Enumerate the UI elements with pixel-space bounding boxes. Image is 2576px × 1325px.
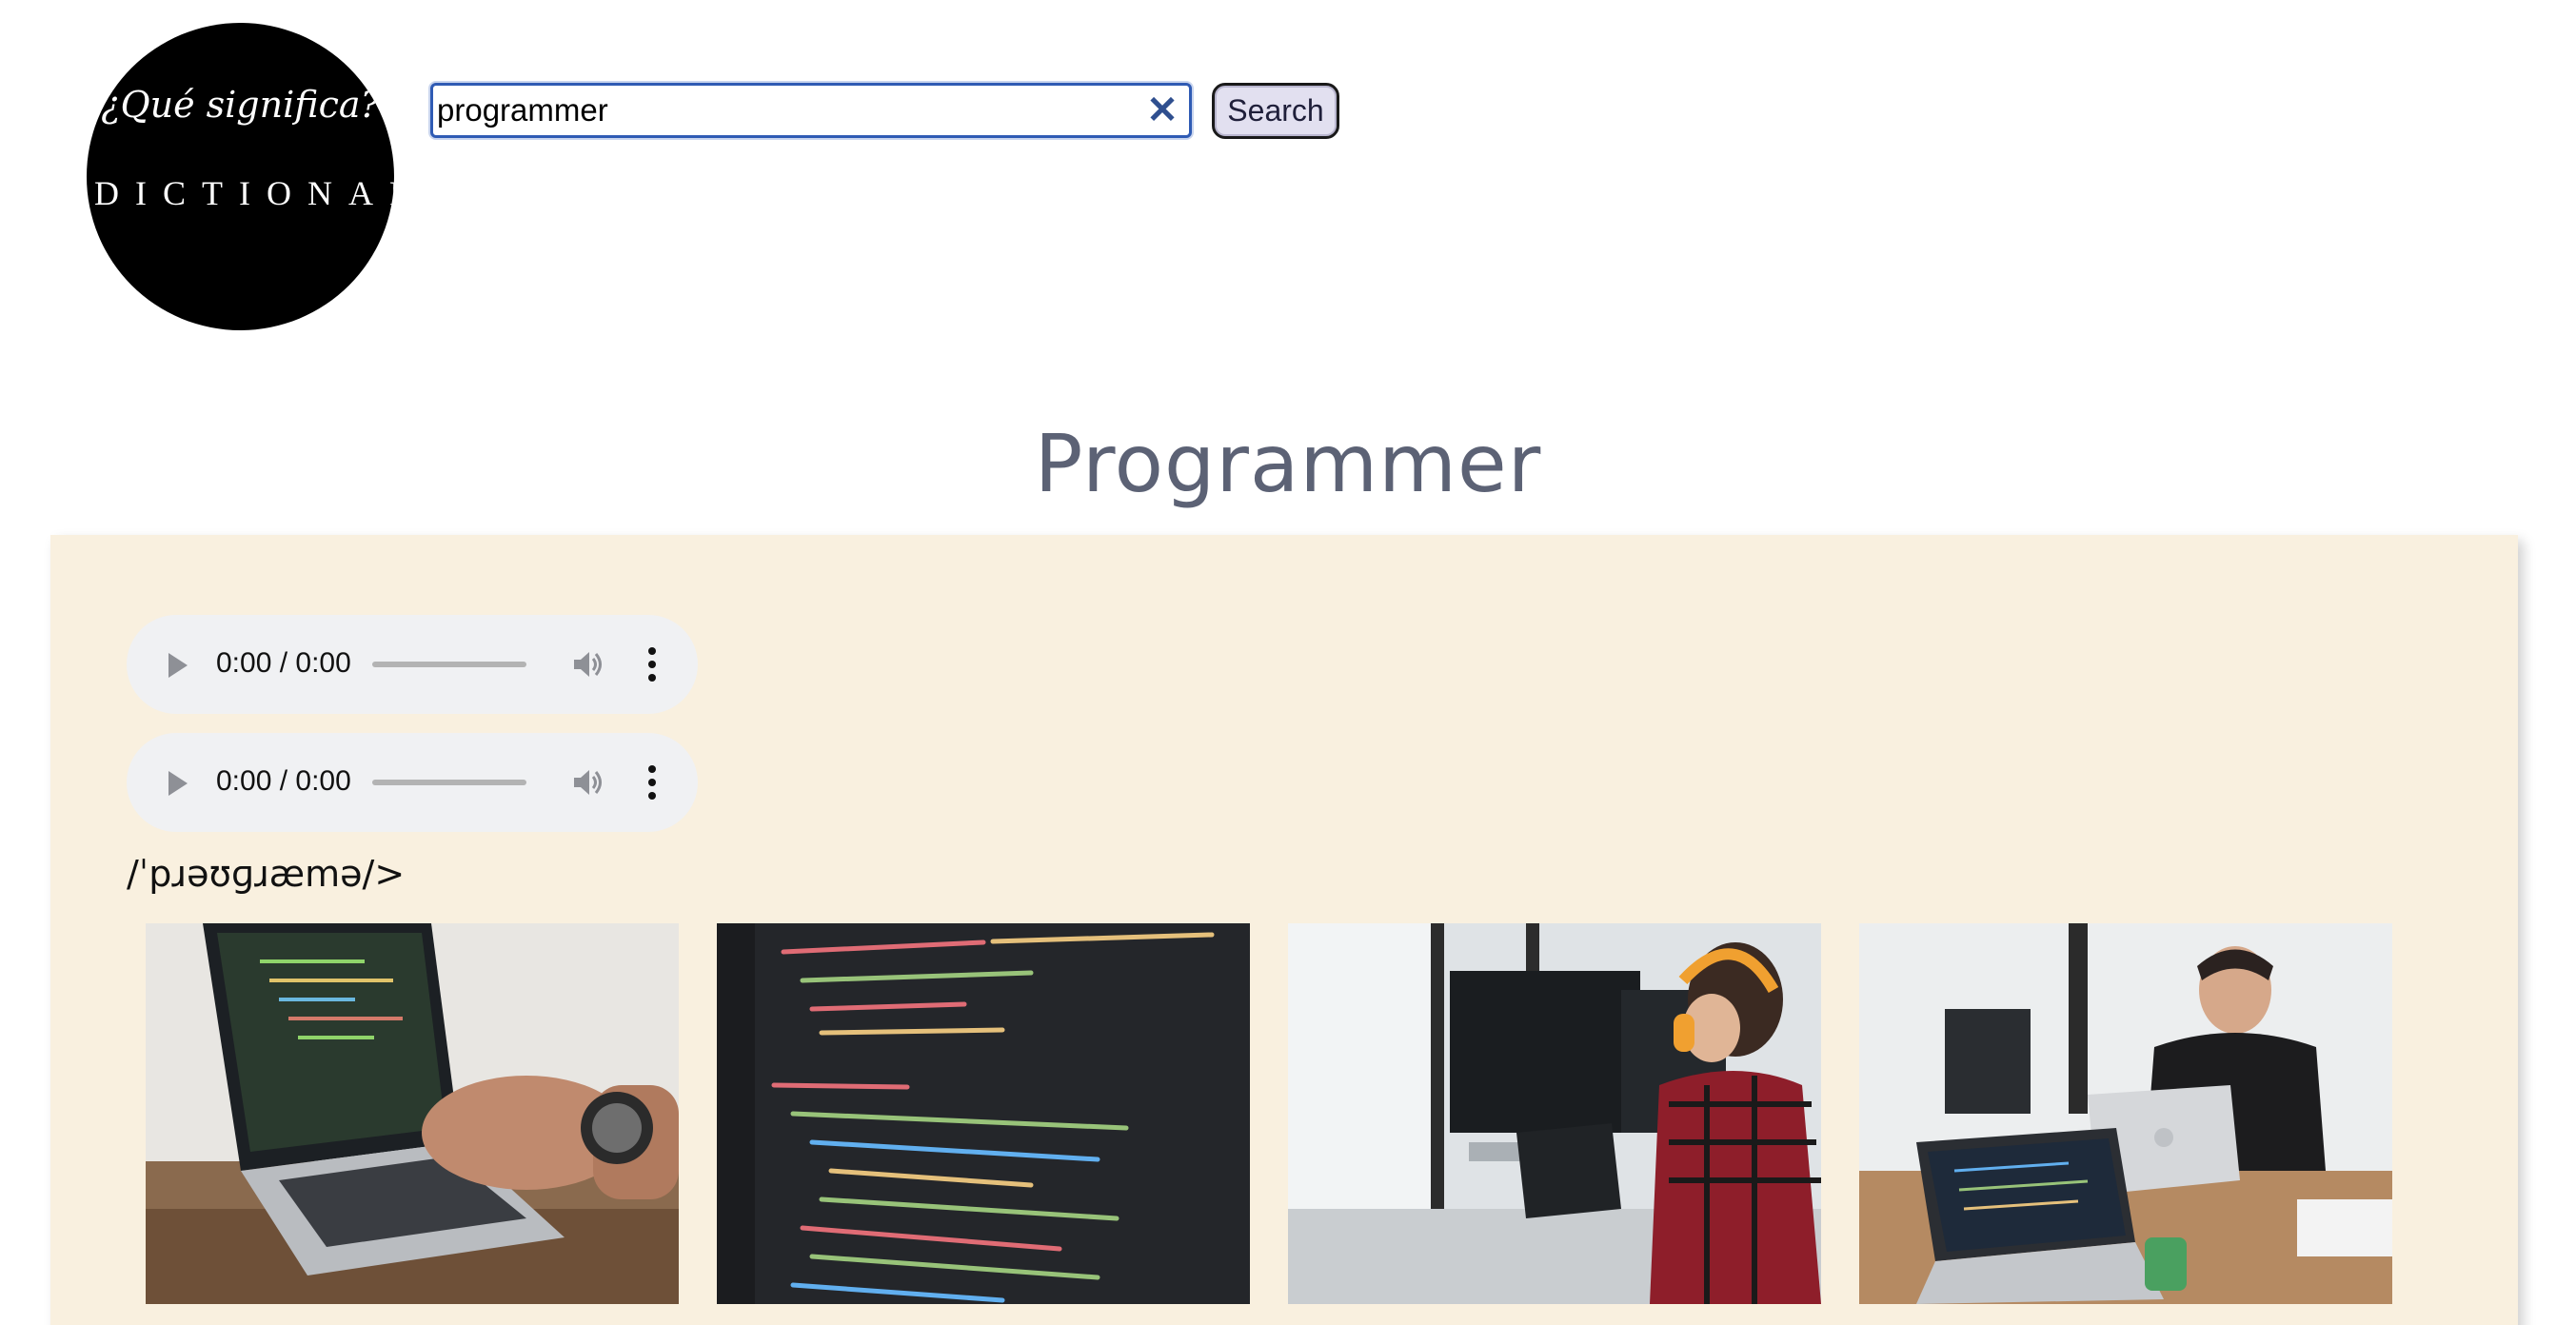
- image-laptop-typing: [146, 923, 679, 1304]
- more-options-icon[interactable]: [644, 645, 660, 683]
- page: ¿Qué significa? DICTIONARY ✕ Search Prog…: [0, 0, 2576, 1325]
- image-woman-at-computer: [1288, 923, 1821, 1304]
- image-code-screen: [717, 923, 1250, 1304]
- audio-time: 0:00 / 0:00: [216, 765, 351, 797]
- play-icon[interactable]: [168, 653, 188, 678]
- close-icon[interactable]: ✕: [1143, 89, 1181, 131]
- volume-icon[interactable]: [570, 765, 604, 800]
- phonetic-transcription: /ˈpɹəʊɡɹæmə/>: [127, 853, 406, 895]
- dictionary-logo: ¿Qué significa? DICTIONARY: [87, 23, 394, 330]
- more-options-icon[interactable]: [644, 763, 660, 801]
- volume-icon[interactable]: [570, 647, 604, 682]
- definition-card: 0:00 / 0:00 0:00 / 0:00 /ˈpɹəʊɡɹæmə/>: [50, 535, 2518, 1325]
- play-icon[interactable]: [168, 771, 188, 796]
- logo-tagline: ¿Qué significa?: [101, 84, 380, 126]
- logo-wordmark: DICTIONARY: [94, 174, 394, 212]
- image-man-at-office-table: [1859, 923, 2392, 1304]
- audio-player[interactable]: 0:00 / 0:00: [127, 615, 698, 714]
- search-input[interactable]: [437, 88, 1122, 133]
- audio-player[interactable]: 0:00 / 0:00: [127, 733, 698, 832]
- word-title: Programmer: [1034, 417, 1542, 510]
- search-field[interactable]: ✕: [430, 83, 1192, 138]
- audio-time: 0:00 / 0:00: [216, 647, 351, 679]
- audio-progress-slider[interactable]: [372, 780, 526, 785]
- audio-progress-slider[interactable]: [372, 662, 526, 667]
- search-button[interactable]: Search: [1212, 83, 1339, 139]
